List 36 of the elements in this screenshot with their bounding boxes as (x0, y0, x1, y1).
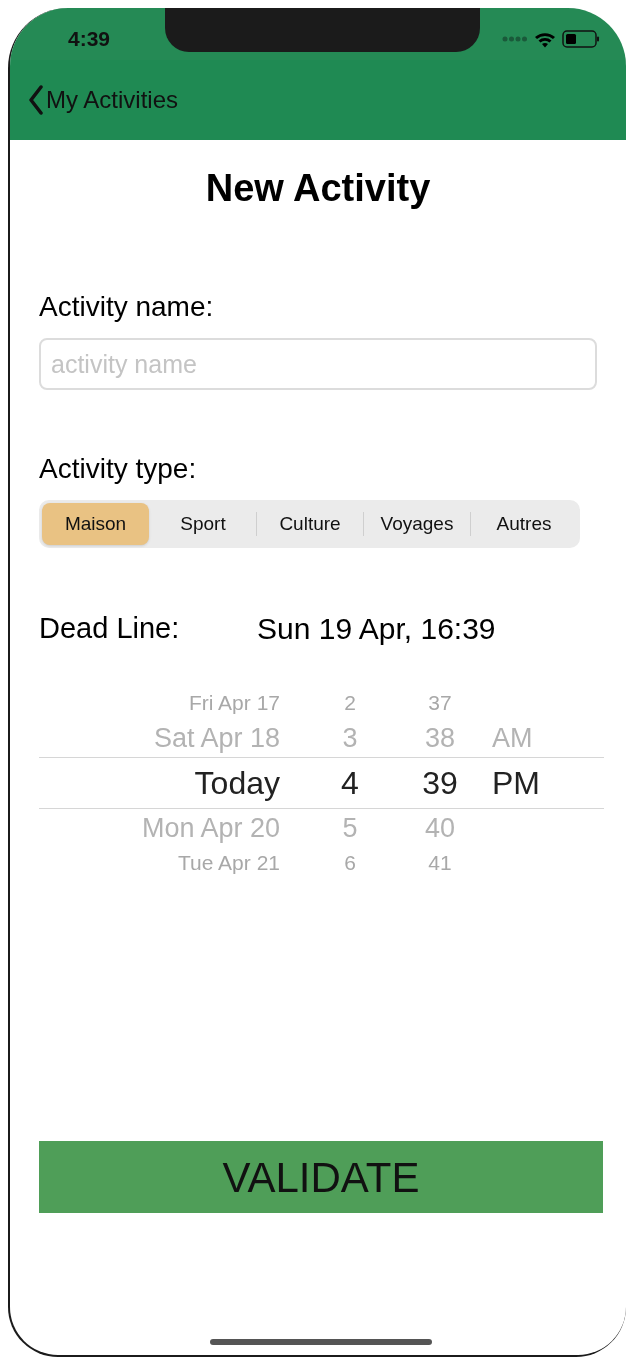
segment-tab[interactable]: Maison (42, 503, 149, 545)
chevron-left-icon (28, 85, 44, 115)
segment-tab[interactable]: Sport (150, 503, 256, 545)
battery-icon (562, 30, 600, 48)
validate-button[interactable]: VALIDATE (39, 1141, 603, 1213)
picker-hour: 4 (340, 764, 360, 803)
date-time-picker[interactable]: Fri Apr 17 2 37 Sat Apr 18 3 38 AM Today 4 39 PM Mon Apr 20 5 40 Tue Apr 21 6 41 (39, 687, 604, 879)
picker-minute: 38 (423, 721, 456, 755)
picker-date: Mon Apr 20 (140, 811, 280, 845)
signal-icon (502, 36, 528, 42)
status-time: 4:39 (68, 26, 111, 53)
segment-tab[interactable]: Voyages (364, 503, 470, 545)
field-label: Activity name: (39, 290, 215, 324)
picker-date: Tue Apr 21 (177, 850, 280, 877)
picker-date: Fri Apr 17 (187, 690, 280, 717)
picker-period: PM (491, 764, 540, 803)
picker-hour: 3 (341, 721, 359, 755)
picker-minute: 40 (423, 811, 456, 845)
back-button[interactable]: My Activities (28, 82, 179, 118)
segment-tab[interactable]: Autres (471, 503, 577, 545)
picker-date: Sat Apr 18 (152, 721, 280, 755)
picker-hour: 2 (343, 690, 357, 717)
deadline-label: Dead Line: (39, 610, 181, 646)
field-label: Activity type: (39, 452, 198, 486)
deadline-value: Sun 19 Apr, 16:39 (257, 611, 496, 647)
picker-period: AM (491, 721, 533, 755)
page-title: New Activity (204, 166, 432, 210)
picker-date: Today (193, 764, 280, 803)
picker-minute: 37 (427, 690, 453, 717)
wifi-icon (534, 30, 556, 48)
picker-minute: 41 (427, 850, 453, 877)
picker-hour: 6 (343, 850, 357, 877)
segment-tab[interactable]: Culture (257, 503, 363, 545)
picker-minute: 39 (421, 764, 459, 803)
activity-name-field[interactable]: activity name (39, 338, 597, 390)
picker-hour: 5 (341, 811, 359, 845)
